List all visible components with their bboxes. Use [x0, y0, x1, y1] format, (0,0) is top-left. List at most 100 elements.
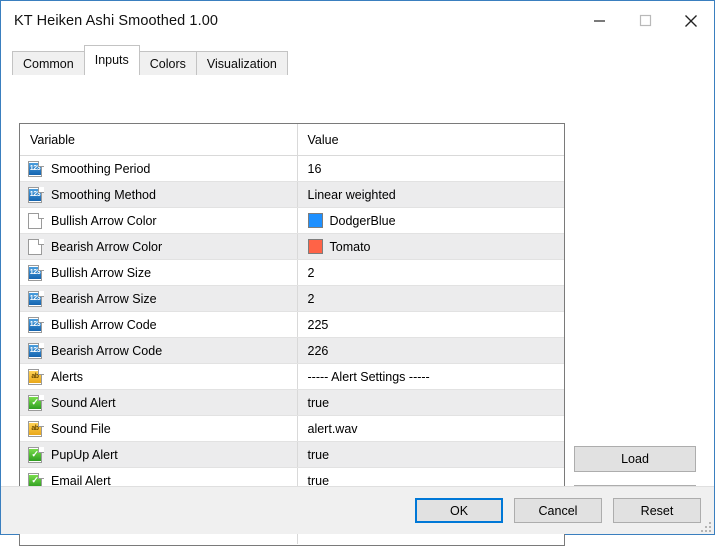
string-parameter-icon: ab	[28, 369, 44, 385]
table-row[interactable]: 123 Bearish Arrow Size 2	[20, 286, 564, 312]
variable-cell: 123Smoothing Period	[20, 156, 297, 182]
variable-cell: Bullish Arrow Color	[20, 208, 297, 234]
table-row[interactable]: 123Bearish Arrow Code 226	[20, 338, 564, 364]
color-parameter-icon	[28, 239, 44, 255]
value-cell[interactable]: DodgerBlue	[297, 208, 564, 234]
cancel-button[interactable]: Cancel	[514, 498, 602, 523]
maximize-button[interactable]	[622, 1, 668, 40]
int-parameter-icon: 123	[28, 317, 44, 333]
variable-name: Alerts	[51, 370, 83, 384]
close-button[interactable]	[668, 1, 714, 40]
tab-visualization-label: Visualization	[207, 57, 277, 71]
table-row[interactable]: ab Alerts ----- Alert Settings -----	[20, 364, 564, 390]
tab-colors-label: Colors	[150, 57, 186, 71]
color-swatch	[308, 239, 323, 254]
int-parameter-icon: 123	[28, 161, 44, 177]
load-button[interactable]: Load	[574, 446, 696, 472]
variable-cell: ab Alerts	[20, 364, 297, 390]
string-parameter-icon: ab	[28, 421, 44, 437]
bool-parameter-icon: ✓	[28, 447, 44, 463]
variable-name: Smoothing Method	[51, 188, 156, 202]
value-cell[interactable]: 225	[297, 312, 564, 338]
value-text: 225	[308, 318, 329, 332]
value-text: 2	[308, 266, 315, 280]
value-cell[interactable]: 226	[297, 338, 564, 364]
value-cell[interactable]: true	[297, 442, 564, 468]
table-row[interactable]: 123 Bullish Arrow Size 2	[20, 260, 564, 286]
variable-name: PupUp Alert	[51, 448, 118, 462]
resize-grip[interactable]	[699, 520, 711, 532]
variable-cell: ✓ Sound Alert	[20, 390, 297, 416]
tab-common-label: Common	[23, 57, 74, 71]
column-header-value[interactable]: Value	[297, 124, 564, 156]
table-row[interactable]: ab Sound File alert.wav	[20, 416, 564, 442]
tab-inputs[interactable]: Inputs	[84, 45, 140, 73]
table-row[interactable]: ✓ Sound Alert true	[20, 390, 564, 416]
variable-name: Bearish Arrow Size	[51, 292, 157, 306]
value-cell[interactable]: true	[297, 390, 564, 416]
variable-cell: ab Sound File	[20, 416, 297, 442]
value-text: Tomato	[330, 240, 371, 254]
int-parameter-icon: 123	[28, 265, 44, 281]
value-text: 2	[308, 292, 315, 306]
tab-visualization[interactable]: Visualization	[196, 51, 288, 75]
variable-name: Bearish Arrow Color	[51, 240, 162, 254]
tab-bar: Common Inputs Colors Visualization	[12, 45, 287, 73]
minimize-button[interactable]	[576, 1, 622, 40]
int-parameter-icon: 123	[28, 187, 44, 203]
value-cell[interactable]: Tomato	[297, 234, 564, 260]
parameter-grid-container[interactable]: Variable Value 123Smoothing Period16123S…	[19, 123, 565, 546]
value-text: 226	[308, 344, 329, 358]
grid-header-row: Variable Value	[20, 124, 564, 156]
reset-button[interactable]: Reset	[613, 498, 701, 523]
variable-cell: 123 Smoothing Method	[20, 182, 297, 208]
variable-cell: 123Bearish Arrow Code	[20, 338, 297, 364]
bool-parameter-icon: ✓	[28, 395, 44, 411]
column-header-variable[interactable]: Variable	[20, 124, 297, 156]
table-row[interactable]: 123 Smoothing Method Linear weighted	[20, 182, 564, 208]
value-text: true	[308, 448, 330, 462]
variable-cell: 123 Bearish Arrow Size	[20, 286, 297, 312]
value-cell[interactable]: alert.wav	[297, 416, 564, 442]
int-parameter-icon: 123	[28, 291, 44, 307]
value-text: alert.wav	[308, 422, 358, 436]
tab-colors[interactable]: Colors	[139, 51, 197, 75]
title-bar: KT Heiken Ashi Smoothed 1.00	[1, 1, 714, 40]
footer-button-group: OK Cancel Reset	[404, 498, 701, 523]
int-parameter-icon: 123	[28, 343, 44, 359]
tab-common[interactable]: Common	[12, 51, 85, 75]
dialog-window: KT Heiken Ashi Smoothed 1.00 Common	[0, 0, 715, 535]
value-cell[interactable]: ----- Alert Settings -----	[297, 364, 564, 390]
ok-button[interactable]: OK	[415, 498, 503, 523]
variable-name: Bullish Arrow Color	[51, 214, 157, 228]
variable-name: Bullish Arrow Code	[51, 318, 157, 332]
variable-cell: Bearish Arrow Color	[20, 234, 297, 260]
variable-cell: 123 Bullish Arrow Size	[20, 260, 297, 286]
value-cell[interactable]: Linear weighted	[297, 182, 564, 208]
table-row[interactable]: 123 Bullish Arrow Code 225	[20, 312, 564, 338]
variable-cell: 123 Bullish Arrow Code	[20, 312, 297, 338]
variable-cell: ✓ PupUp Alert	[20, 442, 297, 468]
table-row[interactable]: Bullish Arrow Color DodgerBlue	[20, 208, 564, 234]
variable-name: Sound File	[51, 422, 111, 436]
value-text: Linear weighted	[308, 188, 396, 202]
value-cell[interactable]: 2	[297, 286, 564, 312]
window-title: KT Heiken Ashi Smoothed 1.00	[1, 13, 218, 29]
value-text: DodgerBlue	[330, 214, 396, 228]
table-row[interactable]: ✓ PupUp Alert true	[20, 442, 564, 468]
variable-name: Bullish Arrow Size	[51, 266, 151, 280]
value-cell[interactable]: 2	[297, 260, 564, 286]
dialog-footer: OK Cancel Reset	[1, 486, 714, 534]
tab-inputs-label: Inputs	[95, 53, 129, 67]
caption-button-group	[576, 1, 714, 40]
value-text: 16	[308, 162, 322, 176]
variable-name: Sound Alert	[51, 396, 116, 410]
inputs-panel: Variable Value 123Smoothing Period16123S…	[1, 73, 714, 487]
color-swatch	[308, 213, 323, 228]
parameter-grid: Variable Value 123Smoothing Period16123S…	[20, 124, 564, 544]
value-text: ----- Alert Settings -----	[308, 370, 430, 384]
table-row[interactable]: Bearish Arrow Color Tomato	[20, 234, 564, 260]
dialog-content: Common Inputs Colors Visualization Varia…	[1, 40, 714, 534]
table-row[interactable]: 123Smoothing Period 16	[20, 156, 564, 182]
value-cell[interactable]: 16	[297, 156, 564, 182]
